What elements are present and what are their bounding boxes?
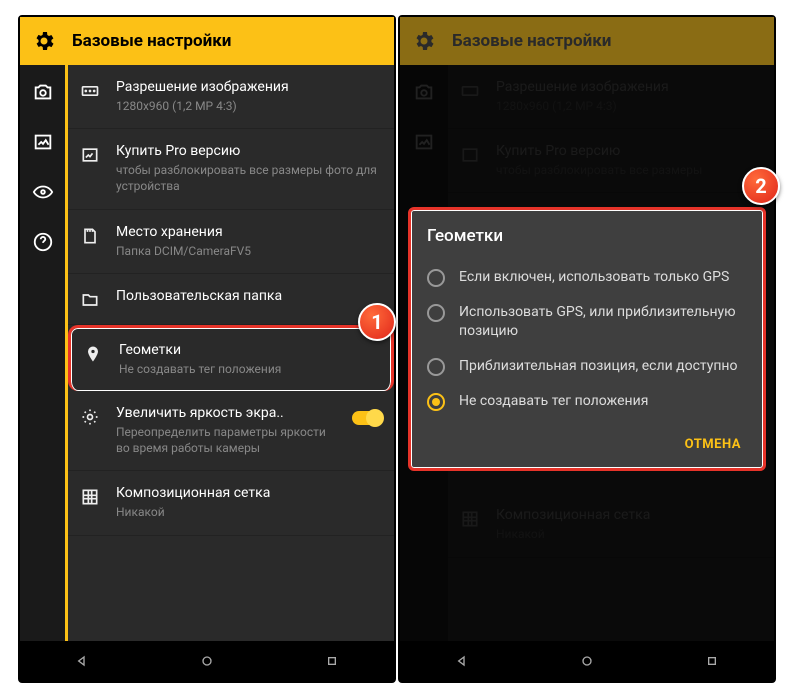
radio-icon xyxy=(427,358,445,376)
value: Никакой xyxy=(116,504,382,520)
value: 1280x960 (1,2 МР 4:3) xyxy=(116,98,382,114)
radio-option-gps-only[interactable]: Если включен, использовать только GPS xyxy=(423,260,751,295)
screenshot-right: Базовые настройки Разрешение изображения… xyxy=(398,15,776,683)
radio-option-gps-or-approx[interactable]: Использовать GPS, или приблизительную по… xyxy=(423,295,751,349)
value: Папка DCIM/CameraFV5 xyxy=(116,243,382,259)
setting-grid[interactable]: Композиционная сетка Никакой xyxy=(68,471,394,535)
value: Переопределить параметры яркости во врем… xyxy=(116,424,336,456)
gear-icon xyxy=(32,29,56,53)
label: Купить Pro версию xyxy=(116,143,382,159)
setting-storage[interactable]: Место хранения Папка DCIM/CameraFV5 xyxy=(68,210,394,274)
home-icon[interactable] xyxy=(579,653,595,669)
radio-icon xyxy=(427,304,445,322)
settings-list: Разрешение изображения 1280x960 (1,2 МР 4… xyxy=(68,65,394,641)
sidebar-tabs xyxy=(20,65,68,641)
radio-icon xyxy=(427,393,445,411)
recents-icon[interactable] xyxy=(324,653,340,669)
screenshot-left: Базовые настройки Разрешение изображения… xyxy=(18,15,396,683)
label: Если включен, использовать только GPS xyxy=(459,268,729,287)
brightness-icon xyxy=(80,407,100,427)
app-header: Базовые настройки xyxy=(20,17,394,65)
setting-resolution[interactable]: Разрешение изображения 1280x960 (1,2 МР 4… xyxy=(68,65,394,129)
android-navbar xyxy=(400,641,774,681)
label: Использовать GPS, или приблизительную по… xyxy=(459,303,747,341)
setting-brightness[interactable]: Увеличить яркость экра.. Переопределить п… xyxy=(68,391,394,471)
folder-icon xyxy=(80,290,100,310)
back-icon[interactable] xyxy=(74,653,90,669)
home-icon[interactable] xyxy=(199,653,215,669)
image-icon[interactable] xyxy=(32,131,54,153)
sd-icon xyxy=(80,226,100,246)
label: Приблизительная позиция, если доступно xyxy=(459,357,737,376)
value: Не создавать тег положения xyxy=(119,361,379,377)
setting-geotag[interactable]: Геометки Не создавать тег положения xyxy=(68,325,394,391)
label: Геометки xyxy=(119,342,379,358)
content: Разрешение изображения 1280x960 (1,2 МР 4… xyxy=(20,65,394,641)
radio-option-none[interactable]: Не создавать тег положения xyxy=(423,384,751,419)
back-icon[interactable] xyxy=(454,653,470,669)
help-icon[interactable] xyxy=(32,231,54,253)
eye-icon[interactable] xyxy=(32,181,54,203)
setting-pro[interactable]: Купить Pro версию чтобы разблокировать вс… xyxy=(68,129,394,209)
label: Увеличить яркость экра.. xyxy=(116,405,336,421)
pin-icon xyxy=(83,344,103,364)
aspect-icon xyxy=(80,81,100,101)
dialog-title: Геометки xyxy=(427,226,751,246)
geotag-dialog: Геометки Если включен, использовать толь… xyxy=(408,207,766,471)
label: Разрешение изображения xyxy=(116,79,382,95)
radio-option-approx[interactable]: Приблизительная позиция, если доступно xyxy=(423,349,751,384)
radio-icon xyxy=(427,269,445,287)
brightness-toggle[interactable] xyxy=(352,411,382,425)
cancel-button[interactable]: ОТМЕНА xyxy=(675,429,751,460)
gear-icon xyxy=(412,29,436,53)
page-title: Базовые настройки xyxy=(72,31,231,51)
android-navbar xyxy=(20,641,394,681)
label: Не создавать тег положения xyxy=(459,392,648,411)
camera-icon[interactable] xyxy=(32,81,54,103)
grid-icon xyxy=(80,487,100,507)
label: Пользовательская папка xyxy=(116,288,382,304)
recents-icon[interactable] xyxy=(704,653,720,669)
setting-folder[interactable]: Пользовательская папка xyxy=(68,274,394,325)
label: Место хранения xyxy=(116,224,382,240)
app-header: Базовые настройки xyxy=(400,17,774,65)
annotation-badge-1: 1 xyxy=(358,303,396,341)
annotation-badge-2: 2 xyxy=(742,167,780,205)
page-title: Базовые настройки xyxy=(452,31,611,51)
label: Композиционная сетка xyxy=(116,485,382,501)
image-icon xyxy=(80,145,100,165)
value: чтобы разблокировать все размеры фото дл… xyxy=(116,162,382,194)
